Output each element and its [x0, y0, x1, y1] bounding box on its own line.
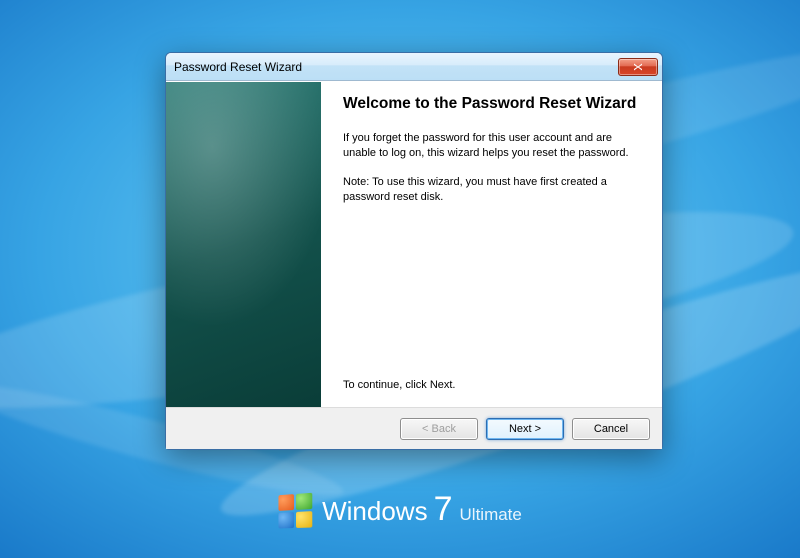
close-button[interactable]: [618, 58, 658, 76]
brand-text: Windows 7 Ultimate: [322, 496, 522, 527]
next-button[interactable]: Next >: [486, 418, 564, 440]
wizard-heading: Welcome to the Password Reset Wizard: [343, 94, 640, 113]
os-branding: Windows 7 Ultimate: [0, 494, 800, 528]
brand-edition: Ultimate: [460, 505, 522, 525]
password-reset-wizard-dialog: Password Reset Wizard Welcome to the Pas…: [165, 52, 663, 450]
content-area: Welcome to the Password Reset Wizard If …: [166, 81, 662, 407]
brand-word: Windows: [322, 496, 427, 527]
wizard-continue-hint: To continue, click Next.: [343, 379, 640, 391]
back-button[interactable]: < Back: [400, 418, 478, 440]
wizard-button-row: < Back Next > Cancel: [166, 407, 662, 449]
wizard-side-graphic: [166, 82, 321, 407]
wizard-note-text: Note: To use this wizard, you must have …: [343, 175, 640, 205]
windows-logo-icon: [279, 493, 313, 529]
close-icon: [633, 63, 643, 71]
brand-version: 7: [434, 496, 452, 523]
titlebar[interactable]: Password Reset Wizard: [166, 53, 662, 81]
cancel-button[interactable]: Cancel: [572, 418, 650, 440]
wizard-intro-text: If you forget the password for this user…: [343, 131, 640, 161]
wizard-main-panel: Welcome to the Password Reset Wizard If …: [321, 82, 662, 407]
window-title: Password Reset Wizard: [174, 60, 618, 74]
